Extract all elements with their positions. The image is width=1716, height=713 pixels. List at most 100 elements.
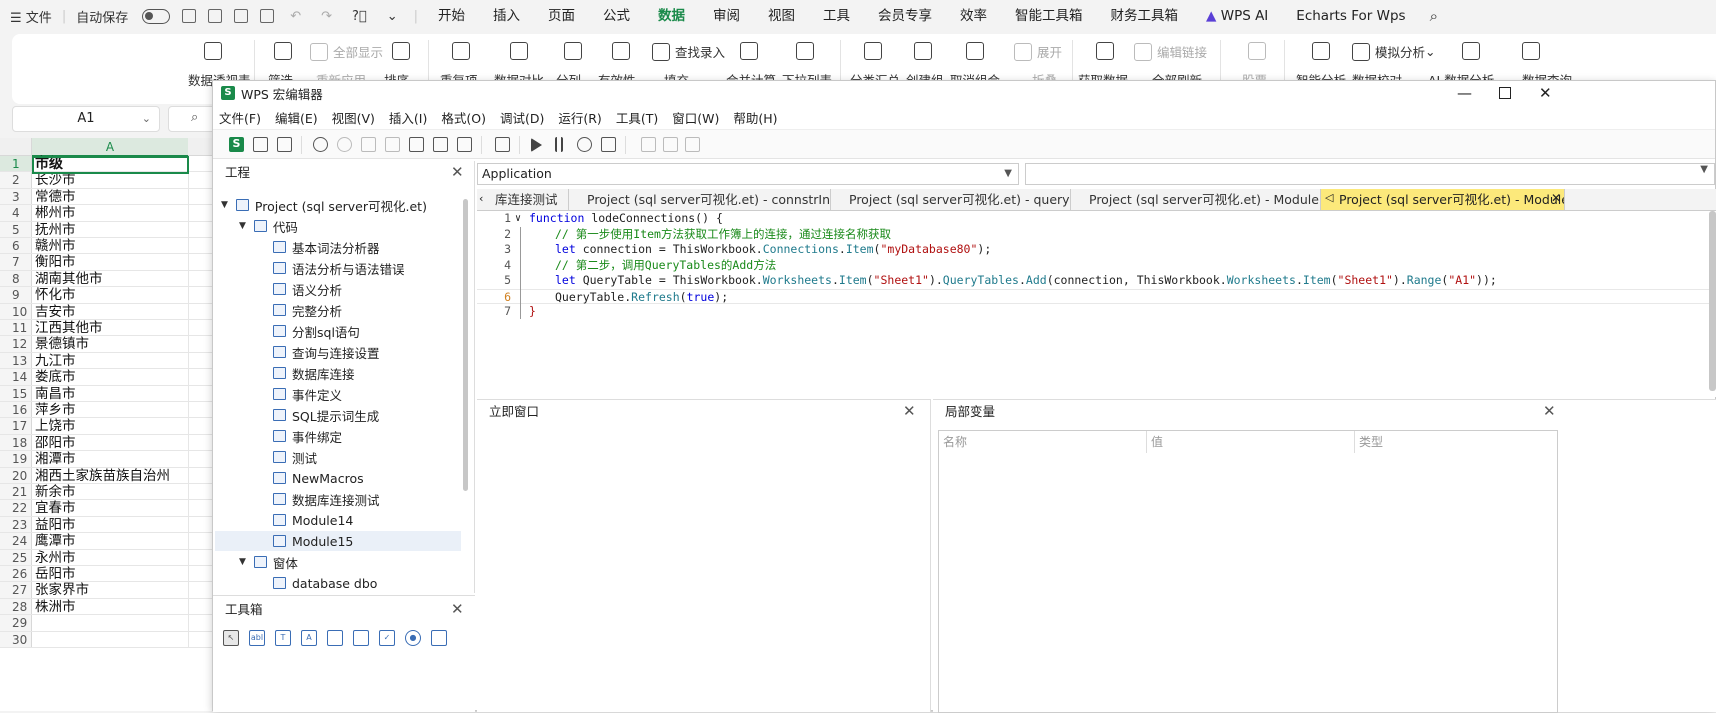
help-dropdown-icon[interactable]: ⌄ <box>377 9 408 24</box>
row-number[interactable]: 8 <box>0 270 32 287</box>
cell-a[interactable]: 景德镇市 <box>35 336 89 352</box>
cell-a[interactable]: 新余市 <box>35 484 76 500</box>
edit-links-button[interactable]: 编辑链接 <box>1134 42 1207 61</box>
cell-a[interactable]: 湘西土家族苗族自治州 <box>35 468 170 484</box>
tab-module15[interactable]: Project (sql server可视化.et) - Module15 <box>1321 189 1565 210</box>
row-number[interactable]: 30 <box>0 631 32 647</box>
split-icon[interactable] <box>564 42 587 60</box>
tree-module-item[interactable]: 测试 <box>273 447 317 467</box>
editor-menu-file[interactable]: 文件(F) <box>219 108 261 127</box>
tree-module-item[interactable]: 分割sql语句 <box>273 321 360 341</box>
tree-module-item[interactable]: SQL提示词生成 <box>273 405 379 425</box>
row-number[interactable]: 11 <box>0 320 32 336</box>
cell-a[interactable]: 永州市 <box>35 550 76 566</box>
tab-module14[interactable]: Project (sql server可视化.et) - Module14 <box>1071 189 1321 210</box>
object-selector[interactable]: Application ▼ <box>477 163 1019 185</box>
print-icon[interactable] <box>234 9 249 23</box>
procedure-selector[interactable]: ▼ <box>1025 163 1715 185</box>
menu-file[interactable]: ☰ 文件 <box>0 7 62 26</box>
pause-icon[interactable] <box>555 137 563 152</box>
locals-col-name[interactable]: 名称 <box>939 431 1147 453</box>
row-number[interactable]: 26 <box>0 566 32 582</box>
row-number[interactable]: 14 <box>0 369 32 385</box>
print-preview-icon[interactable] <box>260 9 275 23</box>
tab-smart-toolbox[interactable]: 智能工具箱 <box>1001 0 1097 32</box>
code-scrollbar[interactable] <box>1709 211 1716 391</box>
cell-a[interactable]: 赣州市 <box>35 238 76 254</box>
row-number[interactable]: 22 <box>0 500 32 516</box>
tree-module-item[interactable]: 数据库连接 <box>273 363 355 383</box>
redo-icon[interactable] <box>337 137 352 152</box>
zoom-formula-button[interactable]: ⌕ <box>168 106 218 132</box>
row-number[interactable]: 20 <box>0 467 32 483</box>
close-icon[interactable]: ✕ <box>1543 402 1556 420</box>
cell-a[interactable]: 株洲市 <box>35 599 76 615</box>
editor-menu-edit[interactable]: 编辑(E) <box>275 108 318 127</box>
help-icon[interactable]: ?⃝ <box>342 9 377 24</box>
checkbox-control-icon[interactable]: ✓ <box>379 630 395 646</box>
tab-efficiency[interactable]: 效率 <box>946 0 1001 32</box>
chevron-down-icon[interactable]: ⌄ <box>142 107 151 131</box>
cell-a[interactable]: 吉安市 <box>35 304 76 320</box>
row-number[interactable]: 1 <box>0 156 32 172</box>
row-number[interactable]: 17 <box>0 418 32 434</box>
editor-menu-window[interactable]: 窗口(W) <box>672 108 719 127</box>
tab-wps-ai[interactable]: ▲ WPS AI <box>1192 0 1282 32</box>
cell-a[interactable]: 岳阳市 <box>35 566 76 582</box>
fold-icon[interactable]: ∨ <box>515 211 521 227</box>
cell-a[interactable]: 常德市 <box>35 189 76 205</box>
close-icon[interactable]: ✕ <box>1551 191 1561 205</box>
data-query-icon[interactable] <box>1522 42 1545 60</box>
pointer-icon[interactable]: ↖ <box>223 630 239 646</box>
row-number[interactable]: 9 <box>0 287 32 303</box>
sort-icon[interactable] <box>392 42 415 60</box>
editor-menu-insert[interactable]: 插入(I) <box>389 108 427 127</box>
row-number[interactable]: 7 <box>0 254 32 270</box>
undo-icon[interactable] <box>313 137 328 152</box>
new-module-icon[interactable] <box>253 137 268 152</box>
chevron-down-icon[interactable]: ▼ <box>1700 164 1708 175</box>
expand-button[interactable]: 展开 <box>1014 42 1062 61</box>
step-over-icon[interactable] <box>663 137 678 152</box>
row-number[interactable]: 13 <box>0 352 32 369</box>
tree-module-item[interactable]: Module14 <box>273 510 353 530</box>
tab-insert[interactable]: 插入 <box>479 0 534 32</box>
cell-a[interactable]: 宜春市 <box>35 500 76 516</box>
cell-a[interactable]: 张家界市 <box>35 582 89 598</box>
wps-run-icon[interactable]: S <box>229 137 244 152</box>
row-number[interactable]: 15 <box>0 385 32 401</box>
search-icon[interactable]: ⌕ <box>1420 7 1448 25</box>
editor-menu-tools[interactable]: 工具(T) <box>616 108 658 127</box>
undo-icon[interactable]: ↶ <box>280 9 311 24</box>
cell-a[interactable]: 上饶市 <box>35 418 76 434</box>
autosave-toggle[interactable] <box>142 8 171 24</box>
row-number[interactable]: 19 <box>0 451 32 467</box>
row-number[interactable]: 27 <box>0 582 32 598</box>
tab-start[interactable]: 开始 <box>424 0 479 32</box>
row-number[interactable]: 29 <box>0 615 32 631</box>
save-icon[interactable] <box>182 9 197 23</box>
toggle-control-icon[interactable] <box>431 630 447 646</box>
tab-db-connection-test[interactable]: 库连接测试 <box>477 189 569 210</box>
row-number[interactable]: 25 <box>0 549 32 565</box>
select-all-corner[interactable] <box>0 138 32 156</box>
name-box[interactable]: A1 ⌄ <box>12 106 160 132</box>
cut-icon[interactable] <box>385 137 400 152</box>
textbox-control-icon[interactable]: T <box>275 630 291 646</box>
row-number[interactable]: 12 <box>0 336 32 352</box>
minimize-icon[interactable]: — <box>1457 84 1472 102</box>
cell-a[interactable]: 萍乡市 <box>35 402 76 418</box>
comment-icon[interactable] <box>433 137 448 152</box>
show-all-button[interactable]: 全部显示 <box>310 42 383 61</box>
import-icon[interactable] <box>495 137 510 152</box>
what-if-analysis-button[interactable]: 模拟分析 ⌄ <box>1352 42 1436 61</box>
tab-finance-toolbox[interactable]: 财务工具箱 <box>1097 0 1193 32</box>
editor-menu-format[interactable]: 格式(O) <box>441 108 486 127</box>
cell-a[interactable]: 湘潭市 <box>35 451 76 467</box>
tab-data[interactable]: 数据 <box>644 0 699 32</box>
maximize-icon[interactable] <box>1499 87 1511 99</box>
step-into-icon[interactable] <box>641 137 656 152</box>
get-data-icon[interactable] <box>1096 42 1119 60</box>
filter-icon[interactable] <box>274 42 297 60</box>
cell-a[interactable]: 抚州市 <box>35 222 76 238</box>
